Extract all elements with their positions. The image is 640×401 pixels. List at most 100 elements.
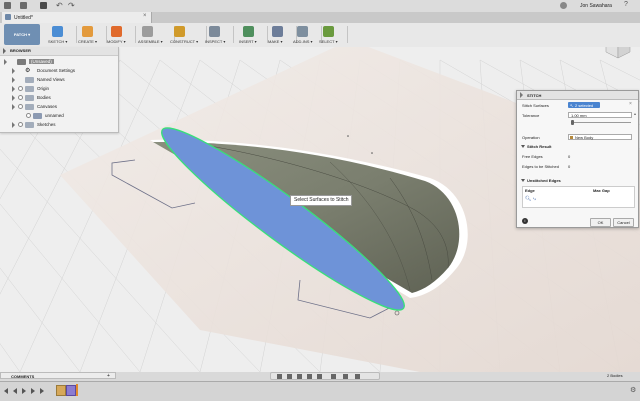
tolerance-slider-handle[interactable]: [571, 120, 574, 125]
ribbon-group-make[interactable]: MAKE ▾: [268, 23, 296, 47]
browser-header[interactable]: BROWSER: [0, 47, 118, 56]
browser-item-named-views[interactable]: Named Views: [0, 76, 118, 84]
visibility-icon[interactable]: [26, 113, 31, 118]
browser-item-sketches[interactable]: Sketches: [0, 121, 118, 129]
job-status-icon[interactable]: [560, 2, 567, 9]
ribbon-group-modify[interactable]: MODIFY ▾: [107, 23, 135, 47]
viewports-icon[interactable]: [355, 374, 360, 379]
close-tab-icon[interactable]: ×: [143, 13, 147, 19]
edge-icon[interactable]: ⤷: [533, 196, 536, 202]
expand-icon[interactable]: [12, 122, 15, 128]
pan-icon[interactable]: [297, 374, 302, 379]
ribbon-group-select[interactable]: SELECT ▾: [319, 23, 347, 47]
visibility-icon[interactable]: [18, 95, 23, 100]
timeline-feature-icon-2[interactable]: [66, 385, 76, 396]
collapse-icon[interactable]: [520, 92, 523, 98]
ribbon-group-construct[interactable]: CONSTRUCT ▾: [170, 23, 206, 47]
view-cube[interactable]: [605, 47, 631, 59]
ribbon-label: CONSTRUCT ▾: [170, 39, 199, 44]
ribbon-group-inspect[interactable]: INSPECT ▾: [205, 23, 233, 47]
sketch-point-2[interactable]: [371, 152, 373, 154]
undo-icon[interactable]: ↶: [56, 1, 63, 10]
select-icon: [323, 26, 334, 37]
ribbon-group-assemble[interactable]: ASSEMBLE ▾: [138, 23, 174, 47]
ribbon-label: ADD-INS ▾: [293, 39, 313, 44]
stepper-icon[interactable]: ▴: [634, 111, 636, 116]
ribbon-separator: [233, 26, 234, 43]
browser-item-origin[interactable]: Origin: [0, 85, 118, 93]
expand-icon[interactable]: [4, 59, 7, 65]
expand-icon[interactable]: [12, 95, 15, 101]
clear-selection-icon[interactable]: ×: [629, 101, 632, 107]
orbit-icon[interactable]: [277, 374, 282, 379]
zoom-nav-icon[interactable]: [307, 374, 312, 379]
browser-item-unnamed[interactable]: unnamed: [0, 112, 118, 120]
expand-icon-2[interactable]: [521, 179, 525, 182]
timeline-feature-icon[interactable]: [56, 385, 66, 396]
play-icon[interactable]: [22, 388, 26, 394]
save-icon[interactable]: [40, 2, 47, 9]
browser-item-label: unnamed: [45, 113, 64, 118]
folder-icon: [25, 86, 34, 92]
expand-icon[interactable]: [12, 68, 15, 74]
tolerance-slider-track[interactable]: [571, 122, 631, 123]
step-forward-icon[interactable]: [31, 388, 35, 394]
info-icon[interactable]: i: [522, 218, 528, 224]
ok-button[interactable]: OK: [590, 218, 611, 227]
expand-icon[interactable]: [12, 86, 15, 92]
stitch-dialog: STITCH Stitch Surfaces ↖ 2 selected × To…: [516, 90, 639, 228]
browser-item-unsaved[interactable]: (Unsaved): [0, 58, 118, 66]
sketch-point[interactable]: [347, 135, 349, 137]
stitch-dialog-header[interactable]: STITCH: [517, 91, 638, 100]
unstitched-edges-header[interactable]: Unstitched Edges: [527, 178, 561, 183]
expand-icon[interactable]: [521, 145, 525, 148]
workspace-switcher-button[interactable]: PATCH ▾: [4, 24, 40, 45]
folder-icon: [25, 95, 34, 101]
selection-arrow-icon: ↖: [570, 102, 574, 108]
expand-icon[interactable]: [12, 104, 15, 110]
ribbon-separator: [76, 26, 77, 43]
folder-icon: [17, 59, 26, 65]
tolerance-input[interactable]: 1.00 mm: [568, 112, 632, 118]
ribbon-group-create[interactable]: CREATE ▾: [78, 23, 106, 47]
browser-item-document-settings[interactable]: ⚙ Document Settings: [0, 67, 118, 75]
timeline-settings-icon[interactable]: ⚙: [630, 386, 636, 394]
display-settings-icon[interactable]: [331, 374, 336, 379]
grid-settings-icon[interactable]: [343, 374, 348, 379]
expand-icon[interactable]: [12, 77, 15, 83]
fit-icon[interactable]: [317, 374, 322, 379]
stitch-result-header[interactable]: Stitch Result: [527, 144, 551, 149]
document-tab[interactable]: Untitled* ×: [2, 12, 152, 23]
stitch-surfaces-selector[interactable]: ↖ 2 selected: [568, 102, 600, 108]
tolerance-label: Tolerance: [522, 113, 540, 118]
user-name[interactable]: Jon Sawahara: [580, 3, 612, 9]
step-back-icon[interactable]: [13, 388, 17, 394]
ribbon-label: MODIFY ▾: [107, 39, 126, 44]
zoom-icon[interactable]: 🔍︎: [525, 196, 531, 202]
add-comment-icon[interactable]: +: [107, 373, 110, 379]
ribbon-group-insert[interactable]: INSERT ▾: [239, 23, 267, 47]
browser-item-bodies[interactable]: Bodies: [0, 94, 118, 102]
browser-item-canvases[interactable]: Canvases: [0, 103, 118, 111]
ribbon-label: MAKE ▾: [268, 39, 283, 44]
go-to-start-icon[interactable]: [4, 388, 8, 394]
collapse-icon[interactable]: [3, 48, 6, 54]
col-max-gap: Max Gap: [593, 188, 610, 193]
visibility-icon[interactable]: [18, 122, 23, 127]
gear-icon: ⚙: [25, 68, 31, 74]
operation-dropdown[interactable]: New Body: [568, 134, 632, 140]
navigation-bar: [270, 372, 380, 380]
look-at-icon[interactable]: [287, 374, 292, 379]
ribbon-group-sketch[interactable]: SKETCH ▾: [48, 23, 76, 47]
visibility-icon[interactable]: [18, 104, 23, 109]
visibility-icon[interactable]: [18, 86, 23, 91]
cancel-button[interactable]: Cancel: [613, 218, 634, 227]
file-menu-icon[interactable]: [20, 2, 27, 9]
ribbon-group-add-ins[interactable]: ADD-INS ▾: [293, 23, 321, 47]
help-icon[interactable]: ?: [624, 1, 628, 8]
timeline-marker[interactable]: [76, 384, 78, 396]
data-panel-icon[interactable]: [4, 2, 11, 9]
comments-panel[interactable]: COMMENTS +: [0, 372, 116, 379]
go-to-end-icon[interactable]: [40, 388, 44, 394]
redo-icon[interactable]: ↷: [68, 1, 75, 10]
